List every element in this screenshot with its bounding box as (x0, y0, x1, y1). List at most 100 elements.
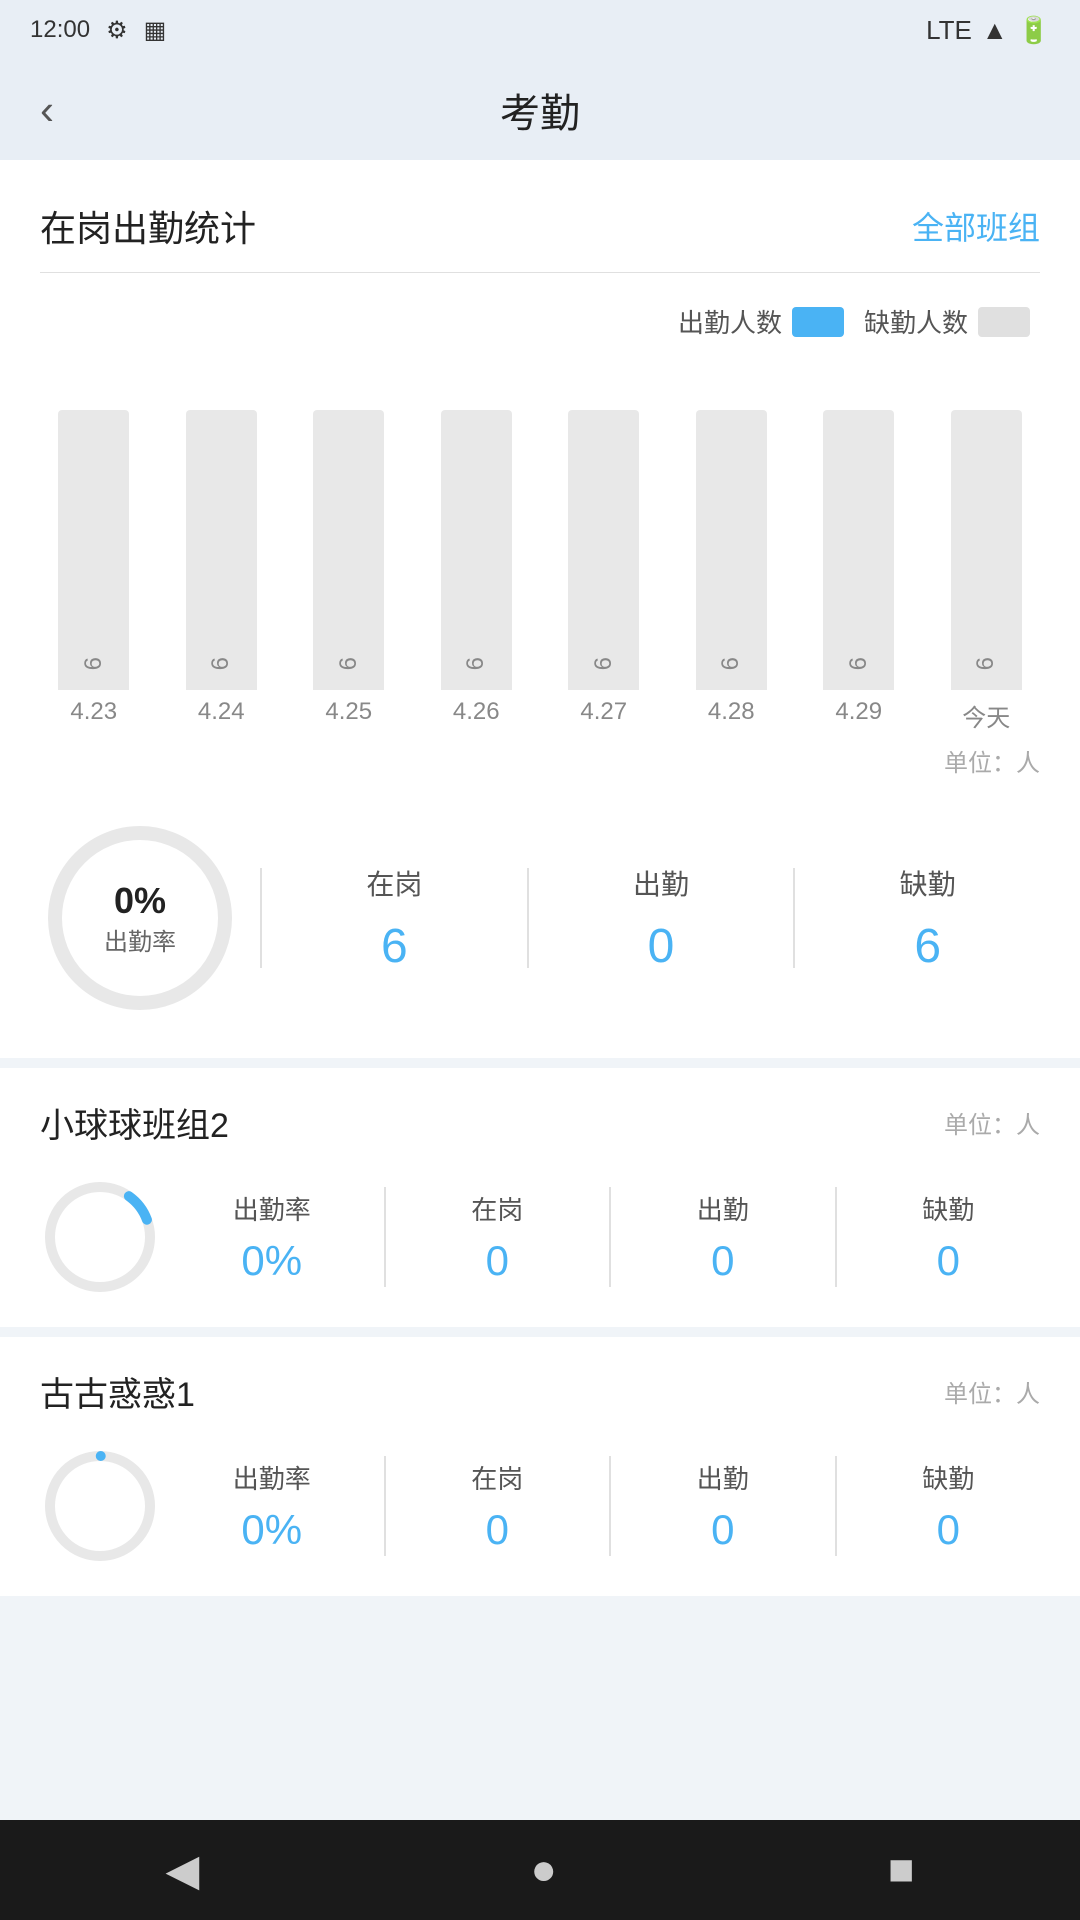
legend-absent-label: 缺勤人数 (864, 303, 968, 340)
chart-legend: 出勤人数 缺勤人数 (0, 273, 1080, 350)
absent-value: 6 (815, 919, 1040, 974)
nav-back-button[interactable]: ◀ (166, 1845, 200, 1896)
header: ‹ 考勤 (0, 60, 1080, 160)
group-absent-label-1: 缺勤 (857, 1459, 1041, 1496)
chart-col-4: 6 (540, 360, 668, 690)
nav-home-button[interactable]: ● (530, 1845, 557, 1895)
chart-col-1: 6 (158, 360, 286, 690)
group-rate-label-1: 出勤率 (180, 1459, 364, 1496)
group-on-duty-value-0: 0 (406, 1237, 590, 1285)
group-att-value-1: 0 (631, 1506, 815, 1554)
legend-attendance: 出勤人数 (678, 303, 844, 340)
group-div1-1 (384, 1456, 386, 1556)
chart-x-axis: 4.234.244.254.264.274.284.29今天 (0, 690, 1080, 743)
battery-icon: 🔋 (1018, 15, 1050, 46)
chart-col-7: 6 (923, 360, 1051, 690)
bar-value-4: 6 (590, 657, 618, 670)
group-div3-0 (835, 1187, 837, 1287)
circle-percent: 0% (104, 880, 176, 922)
legend-absent: 缺勤人数 (864, 303, 1030, 340)
attendance-circle: 0% 出勤率 (40, 818, 240, 1018)
attendance-value: 0 (549, 919, 774, 974)
stat-divider-1 (260, 868, 262, 968)
chart-x-label-6: 4.29 (795, 690, 923, 743)
stat-divider-3 (793, 868, 795, 968)
absent-label: 缺勤 (815, 863, 1040, 903)
chart-col-2: 6 (285, 360, 413, 690)
group-header-0: 小球球班组2 单位：人 (40, 1098, 1040, 1147)
section-title: 在岗出勤统计 (40, 200, 256, 252)
bar-value-6: 6 (845, 657, 873, 670)
bar-chart: 66666666 (0, 350, 1080, 690)
groups-container: 小球球班组2 单位：人 出勤率 0% 在岗 0 (0, 1058, 1080, 1596)
group-title-0: 小球球班组2 (40, 1098, 229, 1147)
group-unit-0: 单位：人 (944, 1105, 1040, 1140)
lte-label: LTE (926, 15, 972, 46)
signal-icon: ▲ (982, 15, 1008, 46)
group-att-label-1: 出勤 (631, 1459, 815, 1496)
group-unit-1: 单位：人 (944, 1374, 1040, 1409)
group-att-value-0: 0 (631, 1237, 815, 1285)
chart-x-label-2: 4.25 (285, 690, 413, 743)
group-section-1: 古古惑惑1 单位：人 出勤率 0% 在岗 0 (0, 1327, 1080, 1596)
group-on-duty-item-1: 在岗 0 (406, 1459, 590, 1554)
stat-on-duty: 在岗 6 (282, 863, 507, 974)
group-on-duty-value-1: 0 (406, 1506, 590, 1554)
chart-col-5: 6 (668, 360, 796, 690)
group-stats-1: 出勤率 0% 在岗 0 出勤 0 缺勤 0 (40, 1446, 1040, 1566)
chart-col-0: 6 (30, 360, 158, 690)
group-absent-item-0: 缺勤 0 (857, 1190, 1041, 1285)
group-div1-0 (384, 1187, 386, 1287)
group-circle-0 (40, 1177, 160, 1297)
circle-text: 0% 出勤率 (104, 880, 176, 957)
main-stats-row: 0% 出勤率 在岗 6 出勤 0 缺勤 6 (0, 788, 1080, 1058)
chart-x-label-0: 4.23 (30, 690, 158, 743)
all-groups-link[interactable]: 全部班组 (912, 203, 1040, 249)
group-circle-1 (40, 1446, 160, 1566)
memory-icon: ▦ (144, 16, 167, 45)
main-content: 在岗出勤统计 全部班组 出勤人数 缺勤人数 66666666 4.234.244… (0, 160, 1080, 1596)
section-header: 在岗出勤统计 全部班组 (0, 160, 1080, 272)
group-att-label-0: 出勤 (631, 1190, 815, 1227)
chart-x-label-7: 今天 (923, 690, 1051, 743)
on-duty-value: 6 (282, 919, 507, 974)
legend-absent-box (978, 307, 1030, 337)
settings-icon: ⚙ (106, 16, 128, 45)
group-rate-item-0: 出勤率 0% (180, 1190, 364, 1285)
bar-value-5: 6 (717, 657, 745, 670)
chart-x-label-5: 4.28 (668, 690, 796, 743)
group-on-duty-item-0: 在岗 0 (406, 1190, 590, 1285)
stat-absent: 缺勤 6 (815, 863, 1040, 974)
group-rate-value-0: 0% (180, 1237, 364, 1285)
status-time: 12:00 (30, 16, 90, 44)
group-stats-0: 出勤率 0% 在岗 0 出勤 0 缺勤 0 (40, 1177, 1040, 1297)
group-div2-0 (609, 1187, 611, 1287)
attendance-label: 出勤 (549, 863, 774, 903)
group-absent-item-1: 缺勤 0 (857, 1459, 1041, 1554)
chart-col-3: 6 (413, 360, 541, 690)
stat-attendance: 出勤 0 (549, 863, 774, 974)
on-duty-label: 在岗 (282, 863, 507, 903)
bar-value-7: 6 (972, 657, 1000, 670)
group-div2-1 (609, 1456, 611, 1556)
group-header-1: 古古惑惑1 单位：人 (40, 1367, 1040, 1416)
status-bar: 12:00 ⚙ ▦ LTE ▲ 🔋 (0, 0, 1080, 60)
chart-col-6: 6 (795, 360, 923, 690)
chart-x-label-4: 4.27 (540, 690, 668, 743)
group-absent-label-0: 缺勤 (857, 1190, 1041, 1227)
group-on-duty-label-0: 在岗 (406, 1190, 590, 1227)
chart-x-label-3: 4.26 (413, 690, 541, 743)
group-rate-value-1: 0% (180, 1506, 364, 1554)
group-on-duty-label-1: 在岗 (406, 1459, 590, 1496)
legend-attendance-box (792, 307, 844, 337)
group-div3-1 (835, 1456, 837, 1556)
group-att-item-1: 出勤 0 (631, 1459, 815, 1554)
back-button[interactable]: ‹ (40, 89, 54, 131)
group-absent-value-1: 0 (857, 1506, 1041, 1554)
group-rate-item-1: 出勤率 0% (180, 1459, 364, 1554)
group-rate-label-0: 出勤率 (180, 1190, 364, 1227)
page-title: 考勤 (500, 81, 580, 139)
bar-value-2: 6 (335, 657, 363, 670)
nav-recent-button[interactable]: ■ (888, 1845, 915, 1895)
bar-value-3: 6 (462, 657, 490, 670)
